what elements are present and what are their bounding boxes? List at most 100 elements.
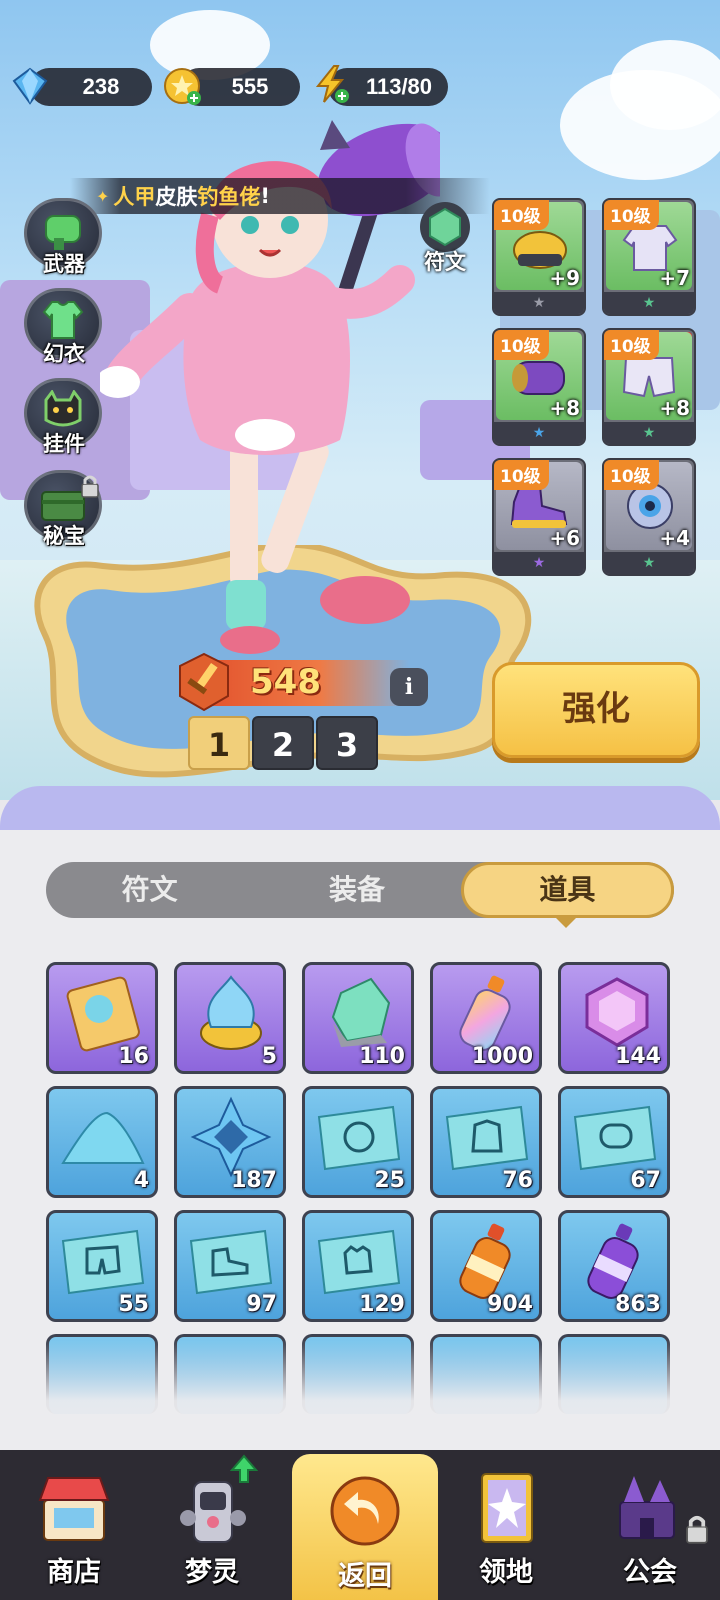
jacket-blueprint-icon xyxy=(445,1105,529,1171)
item-count: 129 xyxy=(359,1292,405,1317)
inventory-item[interactable]: 67 xyxy=(558,1086,670,1198)
equipment-level: 10级 xyxy=(604,460,659,490)
purple-gem-icon xyxy=(585,977,649,1047)
inventory-item[interactable]: 16 xyxy=(46,962,158,1074)
back-arrow-icon xyxy=(330,1476,400,1546)
inventory-item[interactable]: 25 xyxy=(302,1086,414,1198)
equipment-bonus: +7 xyxy=(659,266,690,290)
inventory-item[interactable]: 55 xyxy=(46,1210,158,1322)
treasure-button[interactable]: 秘宝 xyxy=(22,470,106,554)
ticket-icon xyxy=(66,976,140,1052)
equipment-slot-armguard[interactable]: 10级 +8 ★ xyxy=(492,328,586,446)
lock-icon xyxy=(81,475,99,498)
inventory-scroll-fade xyxy=(0,1340,720,1450)
rarity-star-icon: ★ xyxy=(494,292,584,314)
rarity-star-icon: ★ xyxy=(604,292,694,314)
item-count: 76 xyxy=(502,1168,533,1193)
blue-powder-icon xyxy=(61,1111,145,1164)
banner-skin-name: 钓鱼佬 xyxy=(197,185,261,209)
item-count: 144 xyxy=(615,1044,661,1069)
lock-icon xyxy=(686,1515,708,1544)
weapon-label: 武器 xyxy=(43,252,85,276)
tab-equipment[interactable]: 装备 xyxy=(253,862,460,918)
item-count: 187 xyxy=(231,1168,277,1193)
nav-spirit[interactable]: 梦灵 xyxy=(142,1450,282,1600)
panel-header-band xyxy=(0,786,720,836)
gold-coin-icon xyxy=(164,68,201,105)
loadout-page-3[interactable]: 3 xyxy=(316,716,378,770)
inventory-item[interactable]: 187 xyxy=(174,1086,286,1198)
banner-text: 皮肤 xyxy=(155,185,198,209)
loadout-page-1[interactable]: 1 xyxy=(188,716,250,770)
robot-icon xyxy=(180,1481,246,1543)
equipment-slot-shorts[interactable]: ! 10级 +8 ★ xyxy=(602,328,696,446)
loadout-page-2[interactable]: 2 xyxy=(252,716,314,770)
nav-spirit-label: 梦灵 xyxy=(185,1557,239,1588)
coin-count: 555 xyxy=(231,74,269,99)
combat-power-value: 548 xyxy=(250,662,321,702)
item-count: 97 xyxy=(246,1292,277,1317)
gem-count: 238 xyxy=(82,74,120,99)
rarity-star-icon: ★ xyxy=(494,552,584,574)
blue-flame-orb-icon xyxy=(200,975,262,1050)
nav-territory-label: 领地 xyxy=(479,1557,533,1588)
equipment-bonus: +4 xyxy=(659,526,690,550)
inventory-item[interactable]: 904 xyxy=(430,1210,542,1322)
equipment-slot-accessory[interactable]: 10级 +4 ★ xyxy=(602,458,696,576)
inventory-item[interactable]: 97 xyxy=(174,1210,286,1322)
blue-star-crystal-icon xyxy=(190,1096,272,1178)
item-count: 863 xyxy=(615,1292,661,1317)
nav-territory[interactable]: 领地 xyxy=(436,1450,576,1600)
outfit-button[interactable]: 幻衣 xyxy=(22,288,106,372)
enhance-button[interactable]: 强化 xyxy=(492,662,700,758)
banner-player-name: 人甲 xyxy=(113,185,156,209)
energy-count: 113/80 xyxy=(365,74,433,99)
tab-runes[interactable]: 符文 xyxy=(46,862,253,918)
equipment-slot-shoes[interactable]: 10级 +6 ★ xyxy=(492,458,586,576)
inventory-item[interactable]: 76 xyxy=(430,1086,542,1198)
equipment-level: 10级 xyxy=(494,460,549,490)
portal-door-icon xyxy=(481,1473,533,1543)
info-button[interactable]: i xyxy=(390,668,428,706)
equipment-level: 10级 xyxy=(494,200,549,230)
item-count: 110 xyxy=(359,1044,405,1069)
equipment-slot-jacket[interactable]: 10级 +7 ★ xyxy=(602,198,696,316)
tab-items[interactable]: 道具 xyxy=(460,862,674,918)
pendant-label: 挂件 xyxy=(43,432,85,456)
item-count: 1000 xyxy=(471,1044,533,1069)
nav-guild[interactable]: 公会 xyxy=(580,1450,720,1600)
inventory-tabs: 符文 装备 道具 xyxy=(46,862,674,918)
item-count: 904 xyxy=(487,1292,533,1317)
item-count: 55 xyxy=(118,1292,149,1317)
equipment-bonus: +8 xyxy=(549,396,580,420)
shop-icon xyxy=(38,1477,110,1541)
inventory-item[interactable]: 1000 xyxy=(430,962,542,1074)
glove-blueprint-icon xyxy=(317,1229,401,1295)
rune-button[interactable]: 符文 xyxy=(410,200,480,278)
item-count: 4 xyxy=(133,1168,149,1193)
inventory-item[interactable]: 4 xyxy=(46,1086,158,1198)
equipment-slot-helmet[interactable]: 10级 +9 ★ xyxy=(492,198,586,316)
item-count: 67 xyxy=(630,1168,661,1193)
equipment-level: 10级 xyxy=(604,200,659,230)
inventory-item[interactable]: 129 xyxy=(302,1210,414,1322)
inventory-item[interactable]: 863 xyxy=(558,1210,670,1322)
item-count: 25 xyxy=(374,1168,405,1193)
inventory-item[interactable]: 144 xyxy=(558,962,670,1074)
active-tab-pointer xyxy=(556,918,576,928)
shirt-icon xyxy=(42,301,84,339)
nav-shop[interactable]: 商店 xyxy=(4,1450,144,1600)
inventory-item[interactable]: 110 xyxy=(302,962,414,1074)
nav-back[interactable]: 返回 xyxy=(292,1454,438,1600)
inventory-item[interactable]: 5 xyxy=(174,962,286,1074)
equipment-bonus: +8 xyxy=(659,396,690,420)
pendant-button[interactable]: 挂件 xyxy=(22,378,106,462)
cloud xyxy=(610,40,720,130)
nav-guild-label: 公会 xyxy=(623,1557,677,1588)
cat-mask-icon xyxy=(44,390,82,427)
nav-shop-label: 商店 xyxy=(47,1557,101,1588)
orange-bottle-icon xyxy=(459,1223,511,1299)
armguard-blueprint-icon xyxy=(573,1105,657,1171)
weapon-button[interactable]: 武器 xyxy=(22,198,106,282)
rune-label: 符文 xyxy=(424,250,466,274)
